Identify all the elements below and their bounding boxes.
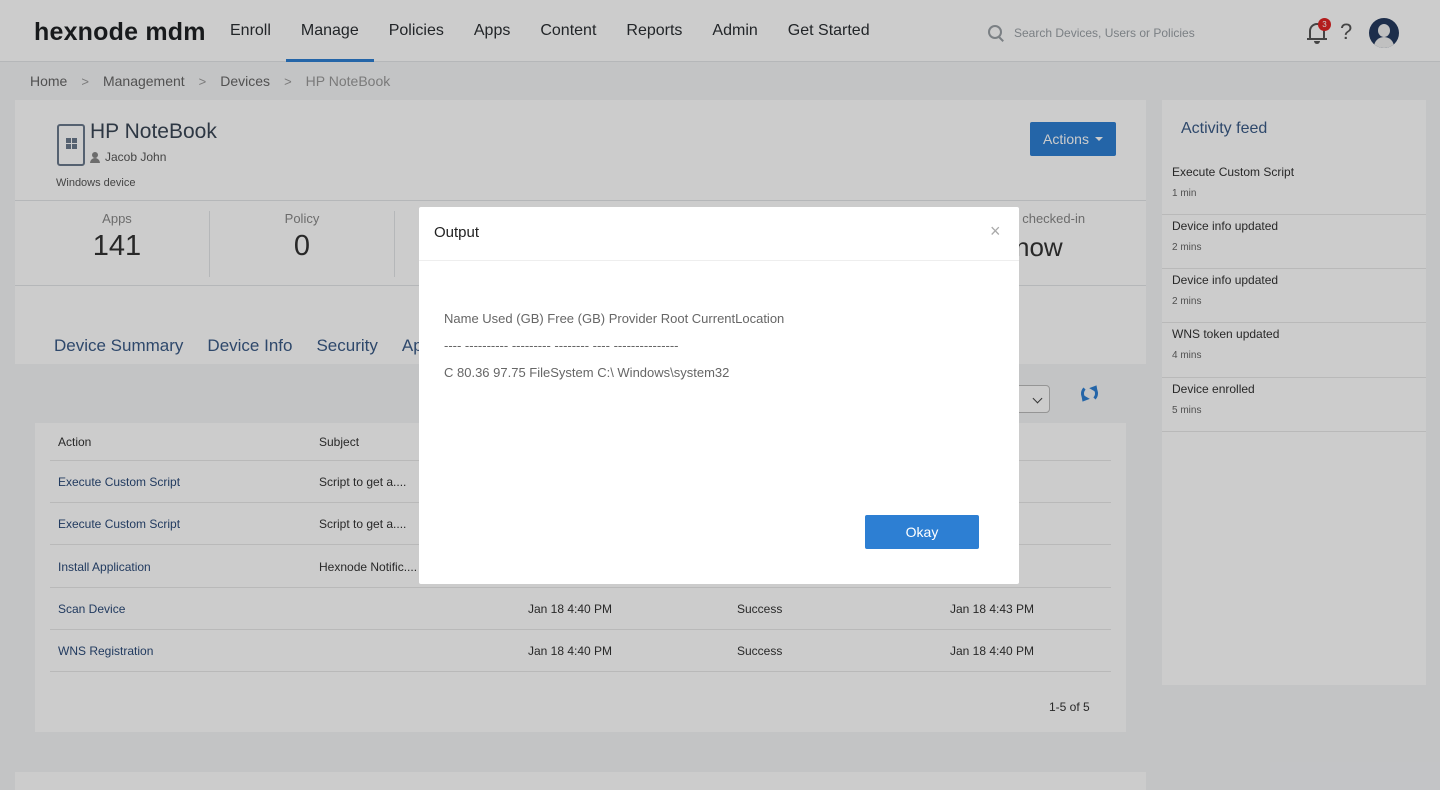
dialog-title: Output	[434, 224, 480, 241]
dialog-header: Output ×	[419, 207, 1019, 261]
output-line: C 80.36 97.75 FileSystem C:\ Windows\sys…	[444, 365, 730, 380]
output-line: Name Used (GB) Free (GB) Provider Root C…	[444, 311, 785, 326]
output-dialog: Output × Name Used (GB) Free (GB) Provid…	[419, 207, 1019, 584]
output-line: ---- ---------- --------- -------- ---- …	[444, 338, 679, 353]
script-output: Name Used (GB) Free (GB) Provider Root C…	[444, 311, 994, 392]
okay-button[interactable]: Okay	[865, 515, 979, 549]
close-icon[interactable]: ×	[990, 221, 1001, 242]
